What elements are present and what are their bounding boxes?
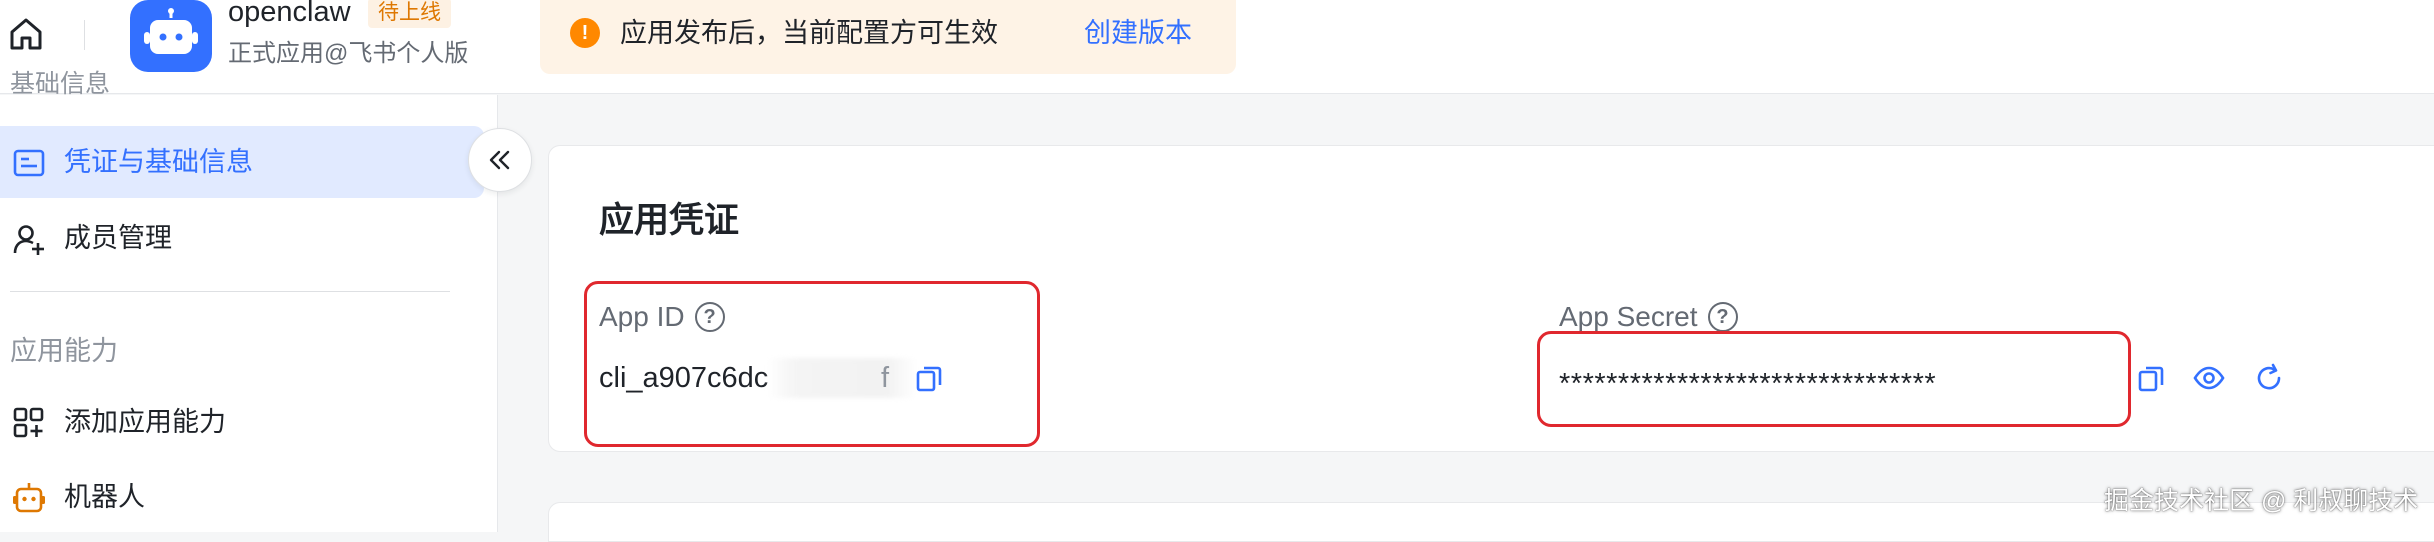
app-secret-label: App Secret ?: [1559, 298, 1738, 336]
app-secret-value: ********************************: [1559, 368, 1937, 400]
app-id-label-text: App ID: [599, 301, 685, 332]
notice-text: 应用发布后，当前配置方可生效: [620, 18, 998, 48]
app-subtitle: 正式应用@飞书个人版: [228, 40, 469, 67]
create-version-link[interactable]: 创建版本: [1084, 14, 1192, 52]
collapse-sidebar-button[interactable]: [468, 128, 532, 192]
help-icon[interactable]: ?: [1707, 302, 1738, 332]
sidebar: 基础信息 凭证与基础信息 成员管理 应用能力 添加应用能力 机器人: [0, 70, 498, 533]
app-id-label: App ID ?: [599, 298, 725, 336]
copy-icon[interactable]: [2133, 360, 2169, 396]
sidebar-item-credentials[interactable]: 凭证与基础信息: [0, 126, 484, 198]
eye-icon[interactable]: [2191, 360, 2227, 396]
refresh-icon[interactable]: [2251, 360, 2287, 396]
header-divider: [84, 20, 85, 50]
home-icon[interactable]: [4, 12, 48, 56]
publish-notice-banner: ! 应用发布后，当前配置方可生效 创建版本: [540, 0, 1236, 74]
copy-icon[interactable]: [911, 360, 947, 396]
member-add-icon: [12, 222, 46, 256]
sidebar-item-label: 成员管理: [64, 223, 172, 253]
warning-icon: !: [570, 18, 600, 48]
sidebar-item-add-capability[interactable]: 添加应用能力: [0, 386, 484, 458]
app-id-text: cli_a907c6dc: [599, 362, 769, 394]
sidebar-section-basic: 基础信息: [10, 70, 111, 98]
sidebar-item-label: 机器人: [64, 482, 145, 512]
sidebar-item-label: 添加应用能力: [64, 407, 226, 437]
app-name: openclaw: [228, 0, 351, 28]
sidebar-item-members[interactable]: 成员管理: [0, 202, 484, 274]
credentials-card: 应用凭证 App ID ? cli_a907c6dc f App Secret …: [548, 145, 2434, 452]
double-chevron-left-icon: [489, 150, 510, 170]
sidebar-section-capabilities: 应用能力: [10, 336, 118, 366]
app-grid-add-icon: [12, 406, 46, 440]
status-badge: 待上线: [368, 0, 451, 28]
app-id-value: cli_a907c6dc: [599, 358, 768, 398]
sidebar-item-label: 凭证与基础信息: [64, 147, 253, 177]
help-icon[interactable]: ?: [694, 302, 725, 332]
watermark: 掘金技术社区 @ 利叔聊技术: [2104, 487, 2419, 515]
section-title: 应用凭证: [599, 201, 740, 240]
app-robot-avatar-icon: [130, 0, 212, 72]
sidebar-item-robot[interactable]: 机器人: [0, 461, 484, 533]
app-id-tail: f: [881, 362, 890, 394]
sidebar-divider: [10, 291, 450, 292]
credential-icon: [12, 146, 46, 180]
top-header: openclaw 待上线 正式应用@飞书个人版 ! 应用发布后，当前配置方可生效…: [0, 0, 2434, 94]
robot-icon: [12, 481, 46, 515]
app-secret-label-text: App Secret: [1559, 301, 1698, 332]
redacted-blur: [767, 358, 917, 398]
